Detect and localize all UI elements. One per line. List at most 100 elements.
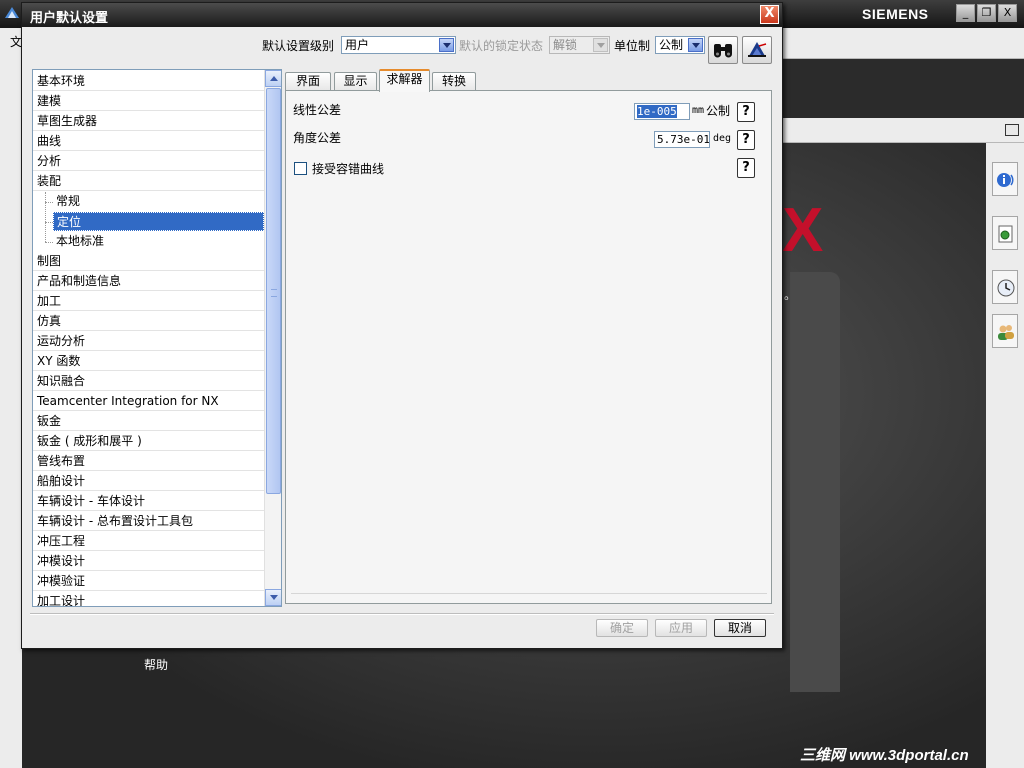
resource-history-button[interactable] bbox=[992, 270, 1018, 304]
app-minimize-button[interactable]: _ bbox=[956, 4, 975, 22]
solver-tab-panel: 线性公差 1e-005 mm 公制 ? 角度公差 5.73e-010 deg ?… bbox=[285, 90, 772, 604]
scroll-grip-icon bbox=[271, 289, 277, 297]
angular-tolerance-help-button[interactable]: ? bbox=[737, 130, 755, 150]
manage-defaults-button[interactable] bbox=[742, 36, 772, 64]
lock-status-select: 解锁 bbox=[549, 36, 610, 54]
chevron-down-icon[interactable] bbox=[439, 38, 454, 52]
app-restore-button[interactable]: ❐ bbox=[977, 4, 996, 22]
tree-item[interactable]: 产品和制造信息 bbox=[33, 272, 264, 291]
category-tree[interactable]: 基本环境 建模 草图生成器 曲线 分析 装配 常规 定位 本地标准 制图 产品和制造信息 加工 仿真 运动… bbox=[32, 69, 282, 607]
app-brand: SIEMENS bbox=[862, 6, 929, 22]
accept-tolerant-curves-checkbox[interactable] bbox=[294, 162, 307, 175]
tree-scrollbar[interactable] bbox=[264, 70, 281, 606]
tree-item[interactable]: 建模 bbox=[33, 92, 264, 111]
tree-subitem[interactable]: 本地标准 bbox=[53, 232, 264, 251]
dialog-title-bar[interactable]: 用户默认设置 X bbox=[22, 3, 782, 27]
linear-tolerance-input[interactable]: 1e-005 bbox=[634, 103, 690, 120]
tree-subitem[interactable]: 常规 bbox=[53, 192, 264, 211]
accept-tolerant-curves-label[interactable]: 接受容错曲线 bbox=[312, 160, 384, 177]
tree-item[interactable]: 基本环境 bbox=[33, 72, 264, 91]
users-icon bbox=[998, 325, 1014, 340]
angular-tolerance-input[interactable]: 5.73e-010 bbox=[654, 131, 710, 148]
scroll-thumb[interactable] bbox=[266, 88, 281, 494]
linear-tolerance-value: 1e-005 bbox=[637, 105, 677, 118]
lock-status-label: 默认的锁定状态 bbox=[459, 39, 544, 53]
info-icon bbox=[997, 173, 1014, 187]
accept-curves-help-button[interactable]: ? bbox=[737, 158, 755, 178]
tree-item[interactable]: 冲模验证 bbox=[33, 572, 264, 591]
lock-status-value: 解锁 bbox=[553, 38, 578, 52]
tree-item[interactable]: 草图生成器 bbox=[33, 112, 264, 131]
chevron-down-icon bbox=[593, 38, 608, 52]
tree-connector bbox=[45, 242, 53, 243]
wizard-hat-icon bbox=[748, 42, 767, 57]
canvas-text: 。 bbox=[784, 288, 797, 302]
resource-info-button[interactable] bbox=[992, 162, 1018, 196]
question-icon: ? bbox=[742, 160, 750, 175]
defaults-level-label: 默认设置级别 bbox=[262, 39, 335, 53]
tab-interface[interactable]: 界面 bbox=[285, 72, 331, 91]
app-close-button[interactable]: X bbox=[998, 4, 1017, 22]
tree-item[interactable]: XY 函数 bbox=[33, 352, 264, 371]
nx-app-icon bbox=[5, 7, 19, 18]
dialog-separator bbox=[30, 613, 774, 615]
defaults-level-value: 用户 bbox=[345, 38, 370, 52]
unit-system-label: 单位制 bbox=[614, 39, 651, 53]
tree-item[interactable]: 船舶设计 bbox=[33, 472, 264, 491]
ok-button[interactable]: 确定 bbox=[596, 619, 648, 637]
tree-item[interactable]: 冲模设计 bbox=[33, 552, 264, 571]
tree-item[interactable]: 装配 bbox=[33, 172, 264, 191]
resource-web-button[interactable] bbox=[992, 216, 1018, 250]
web-page-icon bbox=[998, 225, 1013, 243]
tree-item[interactable]: 运动分析 bbox=[33, 332, 264, 351]
tree-item[interactable]: 管线布置 bbox=[33, 452, 264, 471]
tree-item[interactable]: 分析 bbox=[33, 152, 264, 171]
tree-item[interactable]: 曲线 bbox=[33, 132, 264, 151]
app-left-strip bbox=[0, 58, 22, 768]
defaults-level-select[interactable]: 用户 bbox=[341, 36, 456, 54]
watermark: 三维网 www.3dportal.cn bbox=[800, 747, 969, 764]
tree-item[interactable]: Teamcenter Integration for NX bbox=[33, 392, 264, 411]
panel-divider bbox=[291, 593, 767, 594]
dialog-close-button[interactable]: X bbox=[760, 5, 779, 24]
tree-connector bbox=[45, 222, 53, 223]
scroll-down-button[interactable] bbox=[265, 589, 281, 606]
cancel-button[interactable]: 取消 bbox=[714, 619, 766, 637]
binoculars-icon bbox=[714, 44, 732, 58]
scroll-up-button[interactable] bbox=[265, 70, 281, 87]
resource-roles-button[interactable] bbox=[992, 314, 1018, 348]
nx-logo: X bbox=[782, 196, 824, 265]
tree-item[interactable]: 知识融合 bbox=[33, 372, 264, 391]
find-default-button[interactable] bbox=[708, 36, 738, 64]
linear-tolerance-help-button[interactable]: ? bbox=[737, 102, 755, 122]
apply-button[interactable]: 应用 bbox=[655, 619, 707, 637]
help-label: 帮助 bbox=[144, 658, 169, 672]
clock-icon bbox=[997, 279, 1015, 297]
tree-item[interactable]: 车辆设计 - 总布置设计工具包 bbox=[33, 512, 264, 531]
question-icon: ? bbox=[742, 132, 750, 147]
tree-connector bbox=[45, 202, 53, 203]
tree-item[interactable]: 加工 bbox=[33, 292, 264, 311]
customer-defaults-dialog: 用户默认设置 X 默认设置级别 用户 默认的锁定状态 解锁 单位制 公制 基本环… bbox=[21, 2, 783, 649]
tree-item[interactable]: 钣金 ( 成形和展平 ) bbox=[33, 432, 264, 451]
tree-connector bbox=[45, 192, 46, 242]
welcome-panel bbox=[790, 272, 840, 692]
dialog-title: 用户默认设置 bbox=[30, 11, 109, 26]
tree-item[interactable]: 钣金 bbox=[33, 412, 264, 431]
tree-item[interactable]: 仿真 bbox=[33, 312, 264, 331]
chevron-down-icon[interactable] bbox=[688, 38, 703, 52]
angular-tolerance-value: 5.73e-010 bbox=[657, 133, 710, 146]
tab-conversion[interactable]: 转换 bbox=[432, 72, 476, 91]
window-toggle-icon[interactable] bbox=[1005, 124, 1019, 136]
angular-tolerance-label: 角度公差 bbox=[293, 131, 342, 145]
tree-item[interactable]: 加工设计 bbox=[33, 592, 264, 606]
tree-item-selected[interactable]: 定位 bbox=[53, 212, 264, 231]
tree-item[interactable]: 车辆设计 - 车体设计 bbox=[33, 492, 264, 511]
tab-solver[interactable]: 求解器 bbox=[379, 69, 430, 92]
tab-display[interactable]: 显示 bbox=[334, 72, 377, 91]
tree-item[interactable]: 制图 bbox=[33, 252, 264, 271]
angular-unit: deg bbox=[713, 133, 732, 144]
unit-system-select[interactable]: 公制 bbox=[655, 36, 705, 54]
tree-item[interactable]: 冲压工程 bbox=[33, 532, 264, 551]
question-icon: ? bbox=[742, 104, 750, 119]
